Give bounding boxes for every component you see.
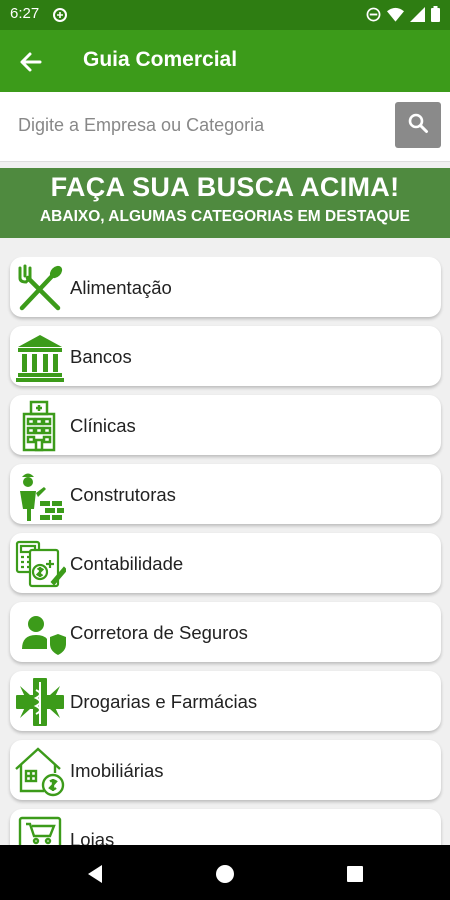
promo-banner: FAÇA SUA BUSCA ACIMA! ABAIXO, ALGUMAS CA… bbox=[0, 168, 450, 238]
status-bar: 6:27 bbox=[0, 0, 450, 30]
category-label: Alimentação bbox=[70, 277, 172, 298]
app-bar: Guia Comercial bbox=[0, 30, 450, 92]
do-not-disturb-icon bbox=[366, 7, 381, 27]
battery-icon bbox=[431, 6, 440, 27]
category-label: Corretora de Seguros bbox=[70, 622, 248, 643]
nav-back-icon[interactable] bbox=[80, 859, 110, 889]
category-list: Alimentação Bancos Clínicas Construtoras… bbox=[0, 257, 450, 845]
banner-subtitle: ABAIXO, ALGUMAS CATEGORIAS EM DESTAQUE bbox=[39, 208, 410, 225]
wifi-icon bbox=[387, 7, 404, 27]
search-button[interactable] bbox=[395, 102, 441, 148]
search-icon bbox=[407, 112, 429, 139]
fork-spoon-icon bbox=[14, 262, 66, 314]
category-label: Contabilidade bbox=[70, 553, 184, 574]
house-money-icon bbox=[14, 745, 66, 797]
store-cart-icon bbox=[14, 814, 66, 845]
category-label: Imobiliárias bbox=[70, 760, 164, 781]
category-label: Bancos bbox=[70, 346, 132, 367]
banner-title: FAÇA SUA BUSCA ACIMA! bbox=[50, 172, 400, 202]
category-item-lojas[interactable]: Lojas bbox=[10, 809, 441, 845]
caduceus-icon bbox=[14, 676, 66, 728]
category-item-construtoras[interactable]: Construtoras bbox=[10, 464, 441, 524]
nav-home-icon[interactable] bbox=[210, 859, 240, 889]
back-arrow-icon[interactable] bbox=[16, 47, 46, 77]
hospital-building-icon bbox=[14, 400, 66, 452]
calculator-document-icon bbox=[14, 538, 68, 590]
page-title: Guia Comercial bbox=[83, 48, 238, 71]
category-item-alimentacao[interactable]: Alimentação bbox=[10, 257, 441, 317]
category-item-imobiliarias[interactable]: Imobiliárias bbox=[10, 740, 441, 800]
category-label: Clínicas bbox=[70, 415, 136, 436]
category-label: Lojas bbox=[70, 829, 115, 845]
category-item-drogarias-e-farmacias[interactable]: Drogarias e Farmácias bbox=[10, 671, 441, 731]
data-saver-icon bbox=[52, 7, 68, 28]
signal-icon bbox=[410, 6, 425, 27]
system-nav-bar bbox=[0, 845, 450, 900]
search-input[interactable] bbox=[8, 102, 388, 148]
status-time: 6:27 bbox=[10, 5, 40, 22]
category-item-bancos[interactable]: Bancos bbox=[10, 326, 441, 386]
category-label: Drogarias e Farmácias bbox=[70, 691, 258, 712]
category-item-corretora-de-seguros[interactable]: Corretora de Seguros bbox=[10, 602, 441, 662]
bank-icon bbox=[14, 331, 66, 383]
status-icons bbox=[366, 6, 440, 27]
category-label: Construtoras bbox=[70, 484, 176, 505]
builder-bricks-icon bbox=[14, 469, 66, 521]
person-shield-icon bbox=[14, 607, 66, 659]
search-bar bbox=[0, 92, 450, 162]
category-item-clinicas[interactable]: Clínicas bbox=[10, 395, 441, 455]
category-item-contabilidade[interactable]: Contabilidade bbox=[10, 533, 441, 593]
nav-recents-icon[interactable] bbox=[340, 859, 370, 889]
